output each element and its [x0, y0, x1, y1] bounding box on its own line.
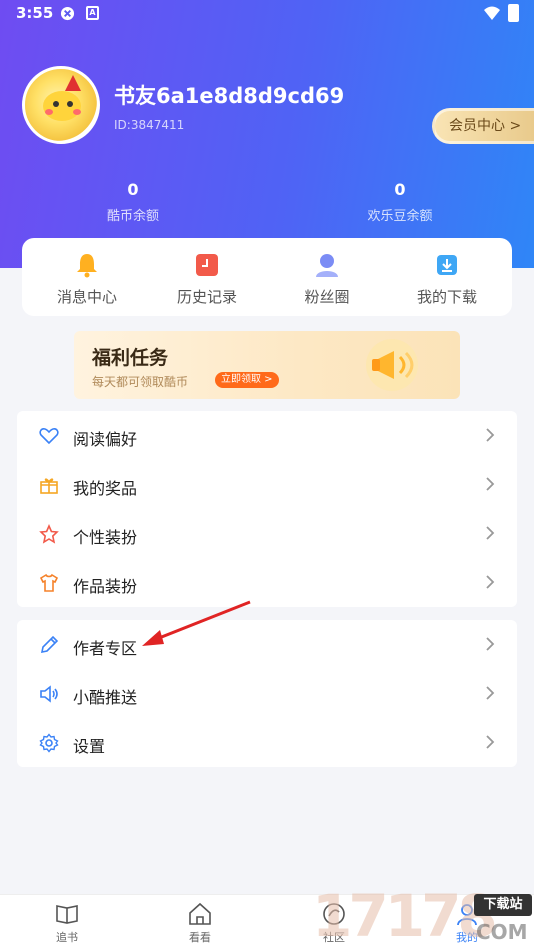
- tab-discover[interactable]: 看看: [160, 901, 240, 945]
- quick-action-label: 粉丝圈: [304, 288, 350, 306]
- quick-action-label: 我的下载: [416, 288, 477, 306]
- menu-group-preferences: 阅读偏好 我的奖品 个性装扮 作品装扮: [17, 411, 517, 607]
- quick-action-downloads[interactable]: 我的下载: [392, 252, 502, 307]
- avatar-hat: [65, 75, 81, 91]
- speaker-icon: [40, 685, 58, 703]
- tab-label: 看看: [189, 931, 211, 944]
- chevron-right-icon: [486, 526, 495, 540]
- menu-item-push[interactable]: 小酷推送: [17, 669, 517, 718]
- tab-label: 追书: [56, 931, 78, 944]
- megaphone-icon: [366, 339, 418, 391]
- menu-label: 我的奖品: [73, 479, 138, 498]
- coin-balance-label: 酷币余额: [106, 209, 159, 224]
- shirt-icon: [39, 573, 59, 592]
- avatar-eye: [67, 101, 73, 107]
- menu-item-author-zone[interactable]: 作者专区: [17, 620, 517, 669]
- chevron-right-icon: [486, 428, 495, 442]
- coin-balance-value: 0: [127, 180, 139, 199]
- menu-label: 设置: [73, 737, 106, 756]
- watermark-domain: COM: [476, 920, 528, 944]
- chevron-right-icon: [486, 637, 495, 651]
- quick-action-fans[interactable]: 粉丝圈: [272, 252, 382, 307]
- username: 书友6a1e8d8d9cd69: [114, 84, 345, 108]
- menu-label: 个性装扮: [73, 528, 138, 547]
- menu-item-my-prizes[interactable]: 我的奖品: [17, 460, 517, 509]
- chevron-right-icon: [486, 477, 495, 491]
- chevron-right-icon: [486, 735, 495, 749]
- banner-claim-button[interactable]: 立即领取 >: [215, 372, 279, 388]
- star-icon: [39, 524, 59, 544]
- app-notification-icon: [60, 6, 75, 21]
- chevron-right-icon: [486, 686, 495, 700]
- menu-label: 作品装扮: [73, 577, 138, 596]
- menu-label: 小酷推送: [73, 688, 138, 707]
- book-icon: [56, 905, 78, 924]
- menu-item-personal-decoration[interactable]: 个性装扮: [17, 509, 517, 558]
- vip-center-button[interactable]: 会员中心 >: [432, 108, 534, 144]
- menu-group-settings: 作者专区 小酷推送 设置: [17, 620, 517, 767]
- quick-action-label: 消息中心: [56, 288, 117, 306]
- avatar-cheek: [73, 109, 81, 115]
- quick-action-history[interactable]: 历史记录: [152, 252, 262, 307]
- menu-label: 作者专区: [73, 639, 138, 658]
- watermark-number: 17178: [312, 882, 498, 950]
- tab-bookshelf[interactable]: 追书: [27, 901, 107, 945]
- download-icon: [437, 255, 457, 275]
- avatar-face: [43, 91, 81, 121]
- annotation-arrow-icon: [142, 600, 251, 646]
- watermark-badge: 下载站: [474, 894, 532, 916]
- bean-balance-value: 0: [394, 180, 406, 199]
- quick-action-messages[interactable]: 消息中心: [32, 252, 142, 307]
- banner-title: 福利任务: [92, 347, 169, 369]
- pencil-icon: [40, 635, 59, 654]
- menu-item-settings[interactable]: 设置: [17, 718, 517, 767]
- welfare-task-banner[interactable]: 福利任务 每天都可领取酷币 立即领取 >: [74, 331, 460, 399]
- quick-action-label: 历史记录: [176, 288, 237, 306]
- menu-item-reading-preference[interactable]: 阅读偏好: [17, 411, 517, 460]
- bean-balance-label: 欢乐豆余额: [367, 209, 433, 224]
- fans-icon: [316, 254, 338, 277]
- menu-item-work-decoration[interactable]: 作品装扮: [17, 558, 517, 607]
- quick-actions-card: 消息中心 历史记录 粉丝圈 我的下载: [22, 238, 512, 316]
- heart-icon: [39, 428, 59, 445]
- status-time: 3:55: [16, 4, 54, 22]
- user-id: ID:3847411: [114, 118, 185, 132]
- avatar-eye: [53, 101, 59, 107]
- avatar-cheek: [45, 109, 53, 115]
- system-notification-icon: A: [86, 6, 99, 20]
- battery-icon: [508, 4, 519, 22]
- status-bar: 3:55 A: [0, 0, 534, 28]
- chevron-right-icon: [486, 575, 495, 589]
- watermark: 17178 下载站 COM: [312, 880, 534, 950]
- gift-icon: [40, 478, 58, 494]
- avatar[interactable]: [22, 66, 100, 144]
- bell-icon: [77, 254, 97, 278]
- bean-balance[interactable]: 0 欢乐豆余额: [340, 180, 460, 224]
- wifi-icon: [484, 6, 500, 20]
- history-icon: [196, 254, 218, 276]
- gear-icon: [39, 733, 59, 753]
- coin-balance[interactable]: 0 酷币余额: [73, 180, 193, 224]
- home-icon: [189, 902, 211, 925]
- banner-subtitle: 每天都可领取酷币: [92, 375, 189, 389]
- menu-label: 阅读偏好: [73, 430, 138, 449]
